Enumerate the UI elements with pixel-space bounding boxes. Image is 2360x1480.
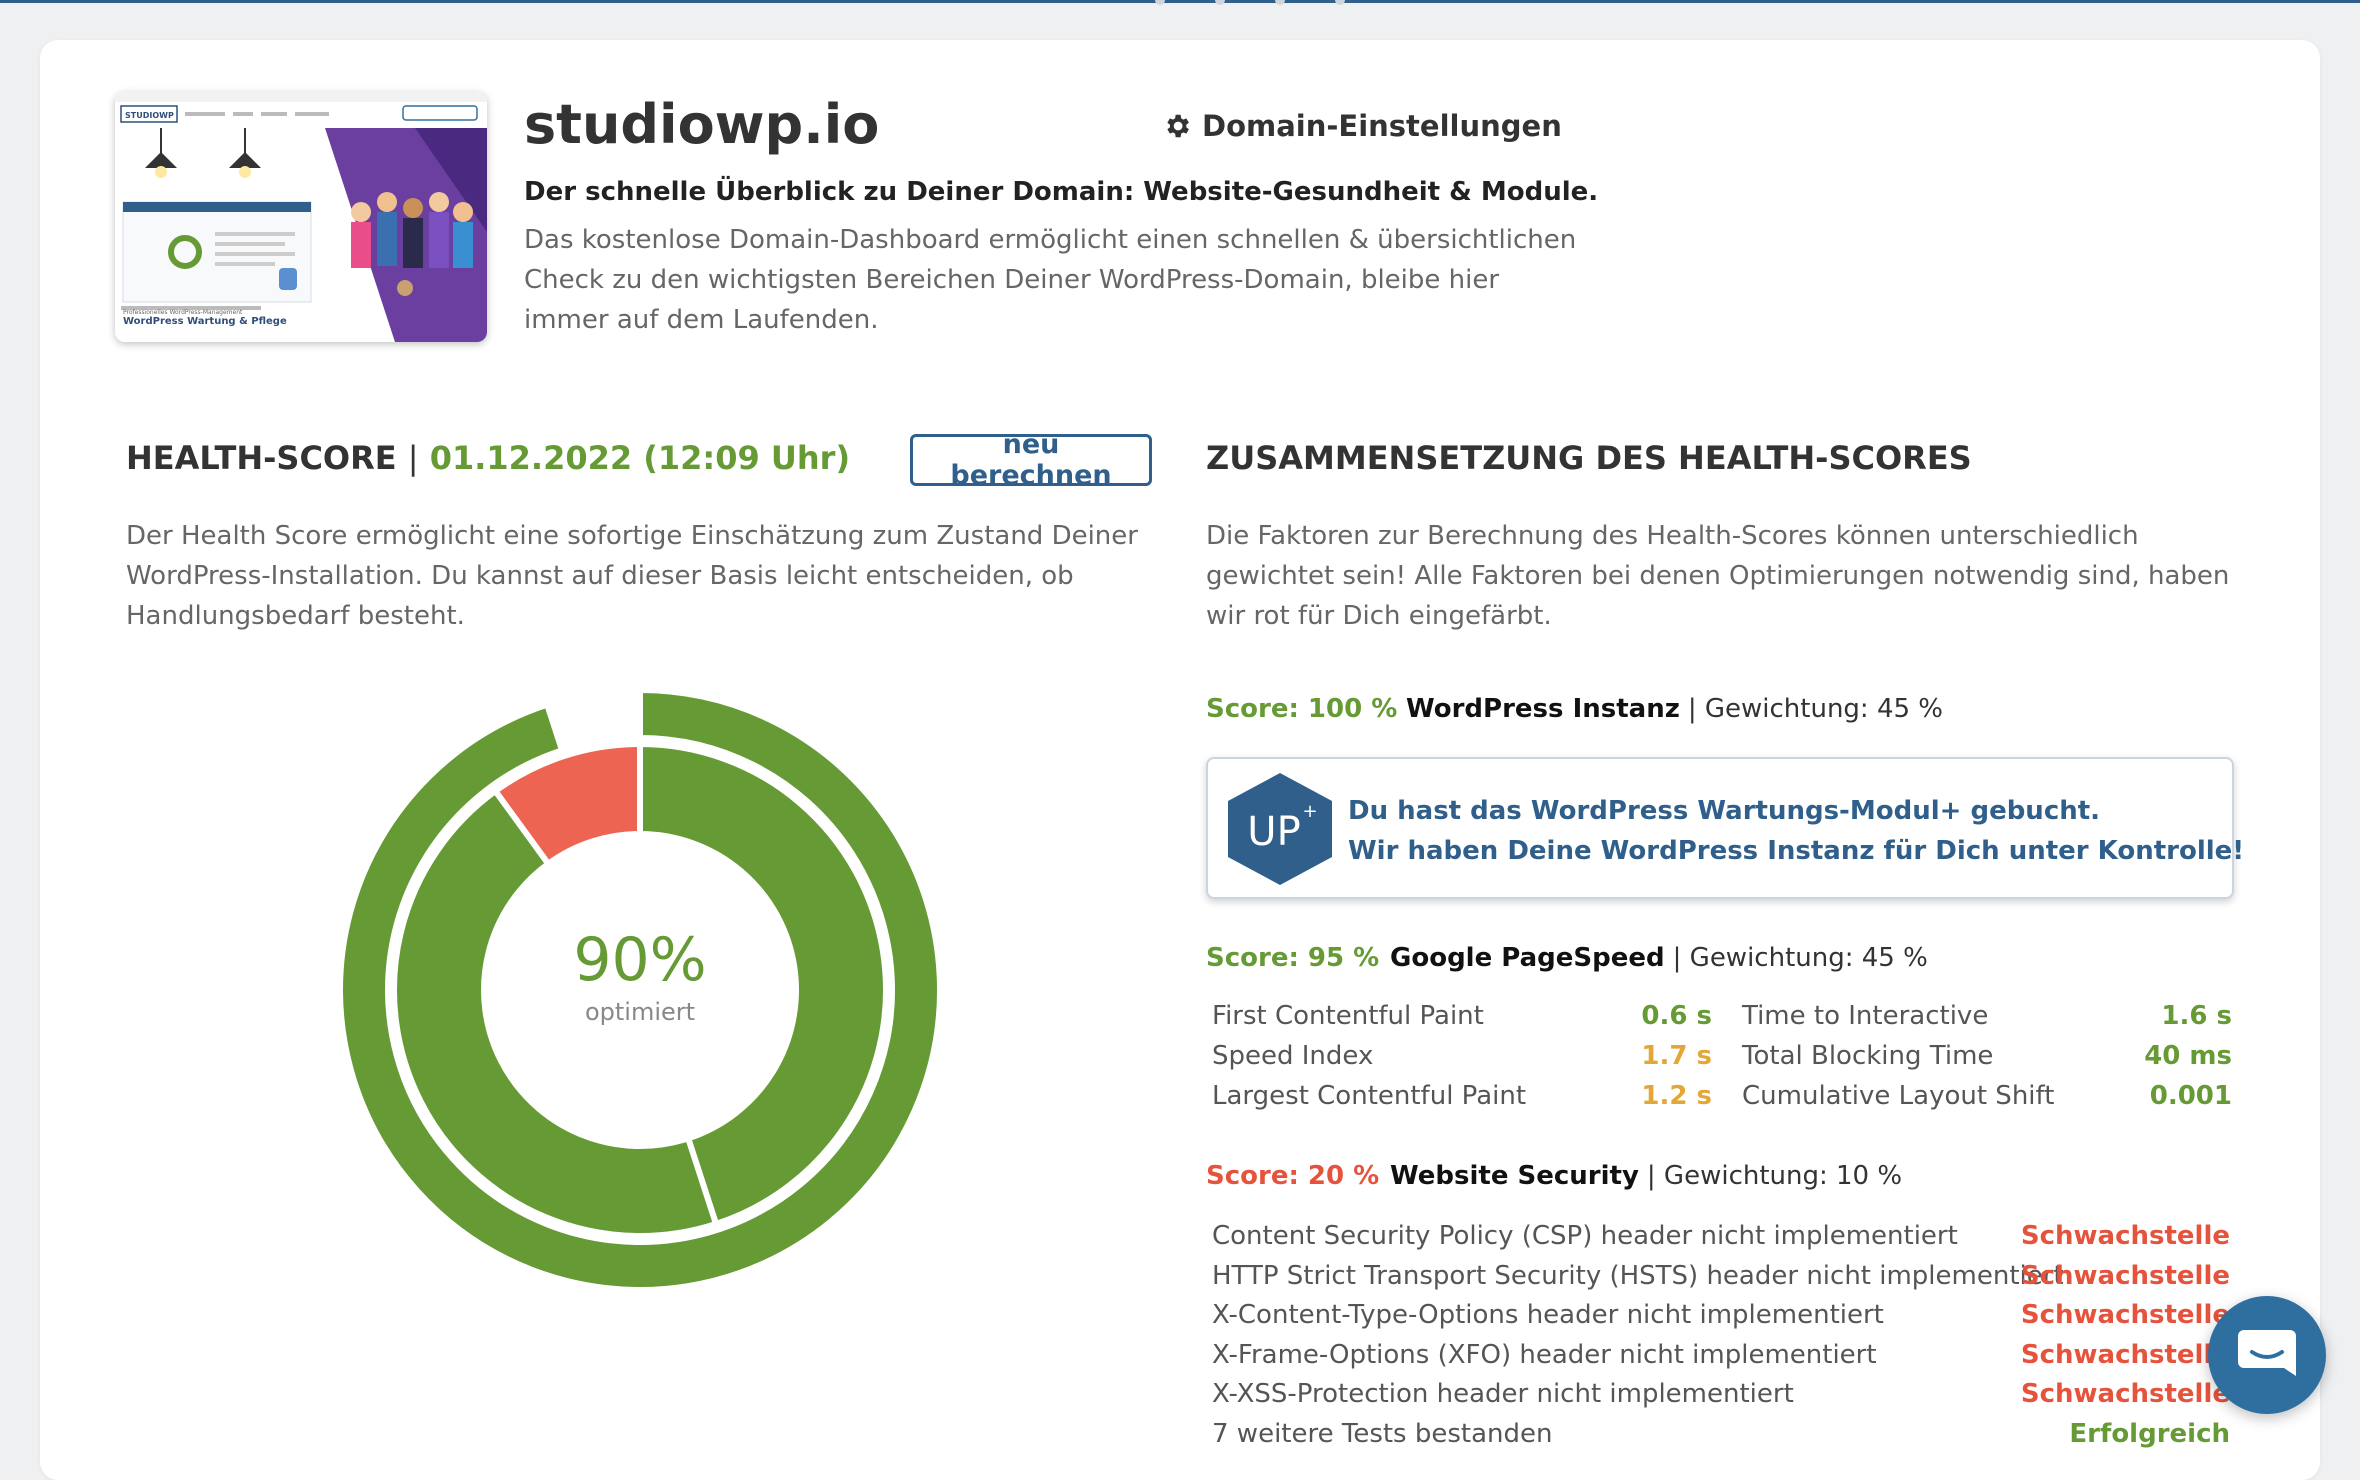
domain-settings-label: Domain-Einstellungen xyxy=(1202,109,1562,143)
security-check-label: X-Frame-Options (XFO) header nicht imple… xyxy=(1212,1339,1877,1370)
maintenance-module-line1: Du hast das WordPress Wartungs-Modul+ ge… xyxy=(1348,796,2101,826)
security-row: HTTP Strict Transport Security (HSTS) he… xyxy=(1212,1256,2230,1296)
composition-title: ZUSAMMENSETZUNG DES HEALTH-SCORES xyxy=(1206,439,1972,477)
metric-value: 0.6 s xyxy=(1641,1001,1712,1031)
score-name: Google PageSpeed xyxy=(1390,943,1665,973)
domain-title: studiowp.io xyxy=(524,93,880,156)
health-score-description: Der Health Score ermöglicht eine soforti… xyxy=(126,521,1138,631)
metric-label: Cumulative Layout Shift xyxy=(1742,1081,2055,1111)
domain-settings-button[interactable]: Domain-Einstellungen xyxy=(1162,104,1562,148)
chat-bubble-icon xyxy=(2238,1330,2296,1376)
metric-row: First Contentful Paint 0.6 s Time to Int… xyxy=(1212,996,2232,1036)
metric-value: 1.6 s xyxy=(2161,1001,2232,1031)
health-score-percent: 90% xyxy=(573,925,706,995)
thumbnail-caption-small: Professionelles WordPress-Management xyxy=(123,309,243,316)
score-row-wordpress: Score: 100 % WordPress Instanz | Gewicht… xyxy=(1206,689,1943,729)
score-row-security: Score: 20 % Website Security | Gewichtun… xyxy=(1206,1156,1902,1196)
domain-description: Das kostenlose Domain-Dashboard ermöglic… xyxy=(524,225,1577,335)
security-checks: Content Security Policy (CSP) header nic… xyxy=(1212,1216,2230,1453)
pagespeed-metrics: First Contentful Paint 0.6 s Time to Int… xyxy=(1212,996,2232,1116)
composition-description: Die Faktoren zur Berechnung des Health-S… xyxy=(1206,521,2230,631)
health-score-donut-chart: 90% optimiert xyxy=(340,690,940,1290)
up-module-hexagon-icon: UP + xyxy=(1228,773,1332,885)
security-check-label: X-XSS-Protection header nicht implementi… xyxy=(1212,1379,1794,1409)
metric-row: Largest Contentful Paint 1.2 s Cumulativ… xyxy=(1212,1076,2232,1116)
website-screenshot-image: WordPress Wartung & Pflege STUDIOWP Prof… xyxy=(115,92,487,342)
security-check-result: Schwachstelle xyxy=(2020,1379,2230,1409)
security-row: 7 weitere Tests bestanden Erfolgreich xyxy=(1212,1414,2230,1454)
gear-icon xyxy=(1167,114,1189,138)
security-check-label: Content Security Policy (CSP) header nic… xyxy=(1212,1221,1958,1251)
metric-row: Speed Index 1.7 s Total Blocking Time 40… xyxy=(1212,1036,2232,1076)
health-score-title: HEALTH-SCORE xyxy=(126,439,397,477)
security-check-result: Schwachstelle xyxy=(2020,1221,2230,1251)
security-row: Content Security Policy (CSP) header nic… xyxy=(1212,1216,2230,1256)
metric-value: 1.7 s xyxy=(1641,1041,1712,1071)
security-check-result: Schwachstelle xyxy=(2020,1339,2230,1370)
metric-label: First Contentful Paint xyxy=(1212,1001,1484,1031)
top-scroll-indicator xyxy=(1155,0,1345,5)
security-check-label: X-Content-Type-Options header nicht impl… xyxy=(1212,1300,1884,1330)
thumbnail-caption: WordPress Wartung & Pflege xyxy=(123,316,287,327)
score-row-pagespeed: Score: 95 % Google PageSpeed | Gewichtun… xyxy=(1206,938,1928,978)
metric-label: Time to Interactive xyxy=(1742,1001,1989,1031)
thumbnail-logo: STUDIOWP xyxy=(125,111,174,120)
metric-value: 0.001 xyxy=(2149,1081,2232,1111)
health-score-heading: HEALTH-SCORE | 01.12.2022 (12:09 Uhr) xyxy=(126,436,850,480)
maintenance-module-line2: Wir haben Deine WordPress Instanz für Di… xyxy=(1348,836,2245,866)
outer-ring-gap xyxy=(543,690,643,755)
security-row: X-XSS-Protection header nicht implementi… xyxy=(1212,1374,2230,1414)
maintenance-module-message: Du hast das WordPress Wartungs-Modul+ ge… xyxy=(1348,791,2244,871)
metric-label: Largest Contentful Paint xyxy=(1212,1081,1527,1111)
metric-label: Total Blocking Time xyxy=(1742,1041,1994,1071)
maintenance-module-box: UP + Du hast das WordPress Wartungs-Modu… xyxy=(1206,757,2244,899)
score-weight: | Gewichtung: 45 % xyxy=(1672,943,1928,973)
domain-subtitle: Der schnelle Überblick zu Deiner Domain:… xyxy=(524,177,1599,207)
security-row: X-Content-Type-Options header nicht impl… xyxy=(1212,1295,2230,1335)
metric-value: 40 ms xyxy=(2144,1041,2232,1071)
score-name: WordPress Instanz xyxy=(1406,694,1680,724)
score-value: Score: 100 % xyxy=(1206,694,1398,724)
website-thumbnail: WordPress Wartung & Pflege STUDIOWP Prof… xyxy=(115,92,487,342)
chat-widget-button[interactable] xyxy=(2208,1296,2326,1414)
recalculate-button[interactable]: neu berechnen xyxy=(910,429,1152,491)
health-score-status: optimiert xyxy=(585,998,695,1026)
security-check-result: Schwachstelle xyxy=(2020,1260,2230,1291)
score-value: Score: 20 % xyxy=(1206,1161,1380,1191)
up-badge-plus: + xyxy=(1302,801,1317,822)
score-name: Website Security xyxy=(1390,1161,1639,1191)
score-weight: | Gewichtung: 45 % xyxy=(1687,694,1944,724)
health-score-separator: | xyxy=(407,439,419,477)
metric-value: 1.2 s xyxy=(1641,1081,1712,1111)
score-value: Score: 95 % xyxy=(1206,943,1380,973)
security-check-result: Schwachstelle xyxy=(2020,1300,2230,1330)
health-score-date: 01.12.2022 (12:09 Uhr) xyxy=(429,439,851,477)
up-badge-text: UP xyxy=(1247,809,1300,855)
security-row: X-Frame-Options (XFO) header nicht imple… xyxy=(1212,1335,2230,1375)
score-weight: | Gewichtung: 10 % xyxy=(1646,1161,1903,1191)
metric-label: Speed Index xyxy=(1212,1041,1374,1071)
security-check-label: HTTP Strict Transport Security (HSTS) he… xyxy=(1212,1260,2064,1291)
